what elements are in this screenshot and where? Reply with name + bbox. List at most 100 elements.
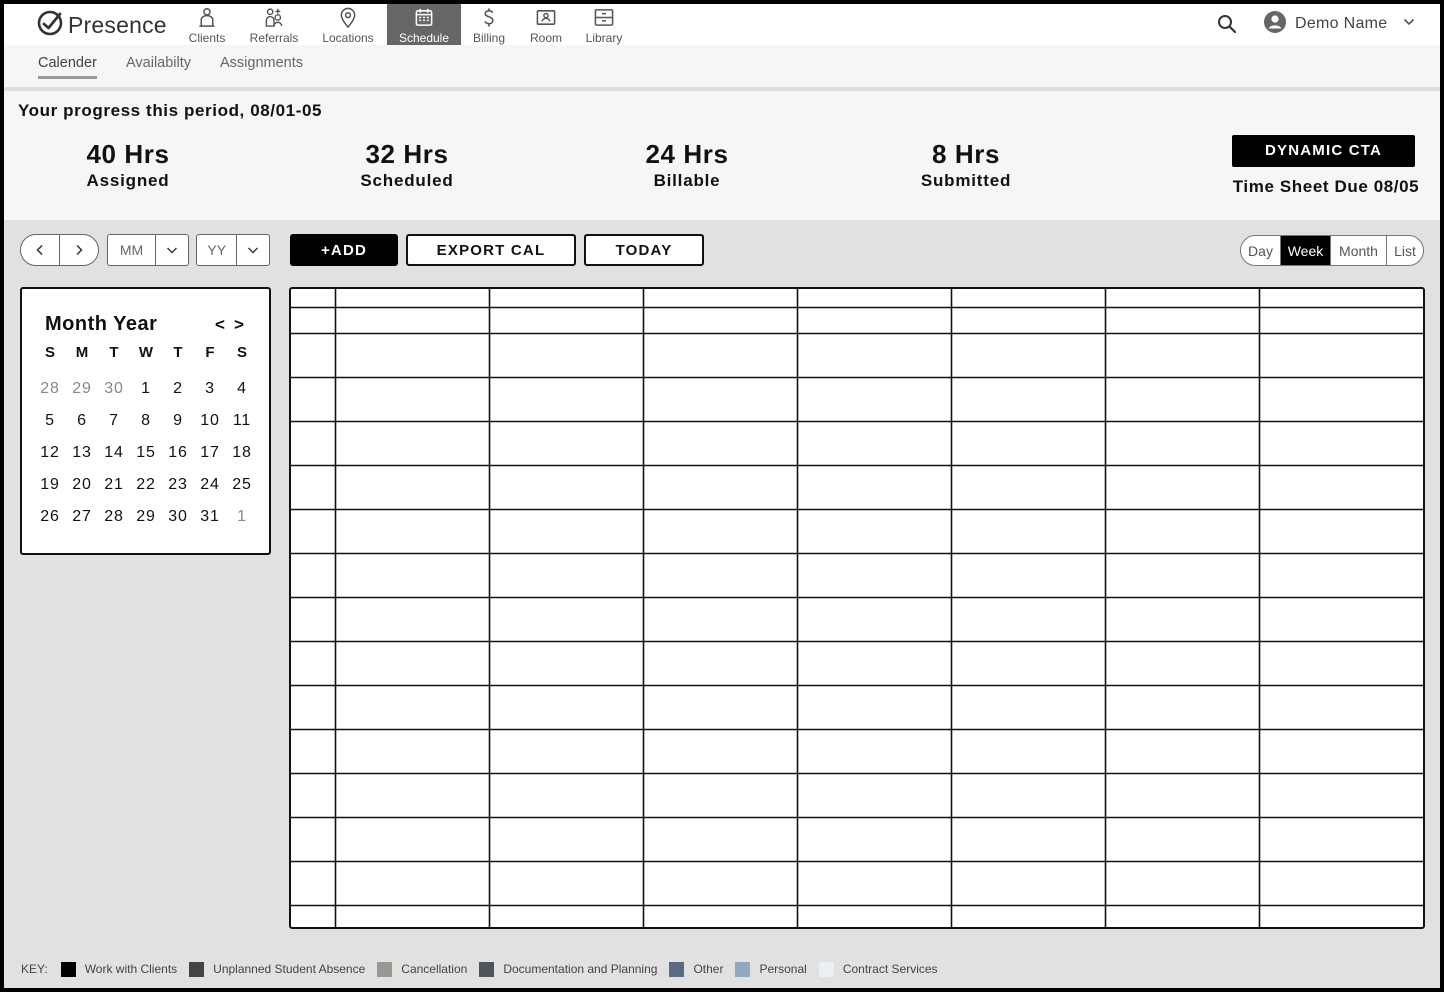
calendar-day[interactable]: 18 — [226, 437, 258, 469]
view-day[interactable]: Day — [1241, 236, 1280, 265]
calendar-day[interactable]: 23 — [162, 469, 194, 501]
stat-submitted: 8 Hrs Submitted — [876, 139, 1056, 191]
calendar-day[interactable]: 20 — [66, 469, 98, 501]
stat-billable: 24 Hrs Billable — [597, 139, 777, 191]
location-pin-icon — [340, 7, 356, 28]
calendar-day[interactable]: 6 — [66, 405, 98, 437]
legend-swatch — [479, 961, 495, 977]
year-select[interactable]: YY — [196, 234, 270, 266]
calendar-day[interactable]: 3 — [194, 373, 226, 405]
calendar-day[interactable]: 15 — [130, 437, 162, 469]
nav-item-library[interactable]: Library — [584, 4, 624, 45]
mini-calendar-next[interactable]: > — [234, 315, 244, 335]
nav-item-clients[interactable]: Clients — [184, 4, 230, 45]
calendar-day[interactable]: 2 — [162, 373, 194, 405]
dynamic-cta-button[interactable]: DYNAMIC CTA — [1232, 135, 1415, 167]
calendar-day[interactable]: 10 — [194, 405, 226, 437]
calendar-day[interactable]: 28 — [98, 501, 130, 533]
calendar-day[interactable]: 31 — [194, 501, 226, 533]
dollar-icon — [484, 8, 494, 27]
calendar-day[interactable]: 30 — [162, 501, 194, 533]
calendar-day[interactable]: 25 — [226, 469, 258, 501]
weekday-header: S — [236, 344, 247, 361]
mini-calendar-prev[interactable]: < — [215, 315, 225, 335]
calendar-day[interactable]: 1 — [130, 373, 162, 405]
top-navbar: Presence Clients Referrals Locations Sch… — [4, 4, 1440, 45]
today-button[interactable]: TODAY — [584, 234, 704, 266]
legend-swatch — [377, 961, 393, 977]
nav-label: Library — [585, 31, 623, 45]
calendar-day[interactable]: 13 — [66, 437, 98, 469]
brand-name: Presence — [68, 11, 167, 38]
legend-label: Work with Clients — [84, 962, 178, 976]
tab-assignments[interactable]: Assignments — [220, 55, 303, 76]
calendar-day[interactable]: 19 — [34, 469, 66, 501]
nav-label: Clients — [188, 31, 226, 45]
legend-label: Unplanned Student Absence — [213, 962, 366, 976]
nav-item-locations[interactable]: Locations — [318, 4, 378, 45]
next-period-button[interactable] — [59, 235, 98, 265]
legend-item: Cancellation — [377, 961, 468, 977]
calendar-day[interactable]: 21 — [98, 469, 130, 501]
view-month[interactable]: Month — [1330, 236, 1386, 265]
calendar-day[interactable]: 17 — [194, 437, 226, 469]
view-list[interactable]: List — [1386, 236, 1423, 265]
calendar-day[interactable]: 7 — [98, 405, 130, 437]
calendar-day[interactable]: 11 — [226, 405, 258, 437]
legend-label: Cancellation — [401, 962, 468, 976]
nav-item-referrals[interactable]: Referrals — [248, 4, 300, 45]
progress-panel: Your progress this period, 08/01-05 40 H… — [4, 91, 1440, 220]
nav-item-schedule[interactable]: Schedule — [387, 4, 461, 45]
legend: KEY: Work with Clients Unplanned Student … — [21, 960, 950, 978]
add-button[interactable]: +ADD — [290, 234, 398, 266]
calendar-day[interactable]: 30 — [98, 373, 130, 405]
calendar-day[interactable]: 16 — [162, 437, 194, 469]
app-frame: Presence Clients Referrals Locations Sch… — [4, 4, 1440, 988]
legend-label: Contract Services — [842, 962, 938, 976]
avatar-icon — [1263, 10, 1287, 39]
legend-swatch — [189, 961, 205, 977]
room-icon — [536, 10, 556, 25]
nav-item-room[interactable]: Room — [528, 4, 564, 45]
calendar-day[interactable]: 29 — [66, 373, 98, 405]
chevron-right-icon — [76, 244, 83, 256]
nav-label: Schedule — [398, 31, 450, 45]
calendar-day[interactable]: 29 — [130, 501, 162, 533]
calendar-day[interactable]: 14 — [98, 437, 130, 469]
legend-swatch — [735, 961, 751, 977]
presence-logo-icon — [36, 9, 64, 42]
stat-scheduled: 32 Hrs Scheduled — [317, 139, 497, 191]
mini-calendar-title: Month Year — [45, 313, 158, 335]
user-name: Demo Name — [1295, 15, 1388, 32]
tab-availability[interactable]: Availabilty — [126, 55, 191, 76]
legend-swatch — [669, 961, 685, 977]
view-week[interactable]: Week — [1280, 236, 1330, 265]
calendar-day[interactable]: 9 — [162, 405, 194, 437]
mini-calendar: Month Year < > S M T W T F S 28 29 30 1 2 3 4 5 6 7 8 9 10 1… — [20, 287, 271, 555]
tab-calender[interactable]: Calender — [38, 55, 97, 79]
nav-item-billing[interactable]: Billing — [470, 4, 508, 45]
nav-label: Billing — [472, 31, 505, 45]
calendar-day[interactable]: 4 — [226, 373, 258, 405]
calendar-day[interactable]: 1 — [226, 501, 258, 533]
weekday-header: T — [109, 344, 119, 361]
library-icon — [594, 9, 614, 26]
legend-item: Work with Clients — [60, 961, 178, 977]
weekday-header: F — [205, 344, 215, 361]
calendar-day[interactable]: 8 — [130, 405, 162, 437]
prev-period-button[interactable] — [21, 235, 59, 265]
user-menu[interactable]: Demo Name — [1263, 10, 1416, 38]
calendar-day[interactable]: 26 — [34, 501, 66, 533]
brand-logo[interactable]: Presence — [36, 10, 167, 40]
calendar-day[interactable]: 28 — [34, 373, 66, 405]
calendar-day[interactable]: 24 — [194, 469, 226, 501]
calendar-day[interactable]: 12 — [34, 437, 66, 469]
weekday-header: W — [138, 344, 154, 361]
calendar-day[interactable]: 5 — [34, 405, 66, 437]
schedule-grid-lines — [291, 289, 1423, 927]
search-icon[interactable] — [1216, 13, 1238, 40]
export-cal-button[interactable]: EXPORT CAL — [406, 234, 576, 266]
calendar-day[interactable]: 22 — [130, 469, 162, 501]
month-select[interactable]: MM — [107, 234, 189, 266]
calendar-day[interactable]: 27 — [66, 501, 98, 533]
